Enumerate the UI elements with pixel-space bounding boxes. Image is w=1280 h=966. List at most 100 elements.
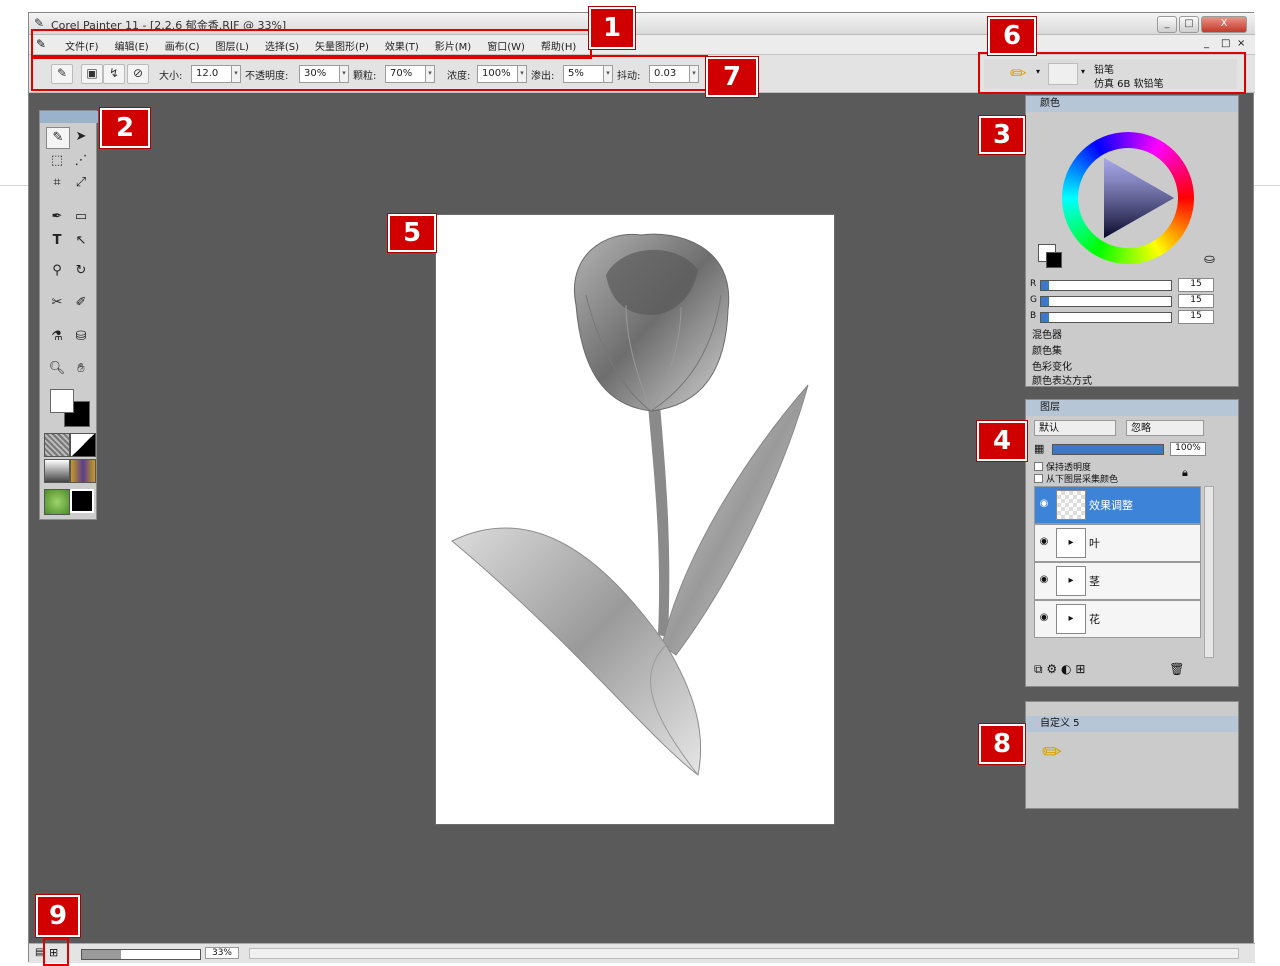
composite-method-dropdown[interactable]: 默认 — [1034, 420, 1116, 436]
primary-color-swatch[interactable] — [50, 389, 74, 413]
document-canvas[interactable] — [435, 214, 835, 825]
layer-name: 效果调整 — [1089, 499, 1133, 512]
layer-thumbnail — [1056, 490, 1086, 520]
callout-3: 3 — [979, 116, 1025, 154]
brush-tool-icon[interactable]: ✎ — [46, 127, 70, 149]
pick-up-color-checkbox[interactable] — [1034, 474, 1043, 483]
colors-panel-title[interactable]: 颜色 — [1026, 96, 1238, 112]
layer-row[interactable]: ◉ ▸ 叶 — [1034, 524, 1201, 562]
new-layer-icon[interactable]: ⧉ — [1034, 662, 1043, 676]
rotate-icon[interactable]: ↻ — [70, 261, 92, 281]
maximize-button[interactable]: □ — [1179, 16, 1199, 33]
zoom-level[interactable]: 33% — [205, 947, 239, 959]
gradient-selector-icon[interactable] — [44, 459, 70, 483]
page-divider-left — [0, 185, 28, 186]
layer-opacity-value[interactable]: 100% — [1170, 442, 1206, 456]
look-selector-icon[interactable] — [70, 489, 94, 513]
mixer-panel-header[interactable]: 混色器 — [1032, 328, 1062, 343]
eye-icon[interactable]: ◉ — [1038, 574, 1050, 586]
weaving-selector-icon[interactable] — [70, 459, 96, 483]
horizontal-scrollbar[interactable] — [249, 948, 1239, 959]
rect-select-icon[interactable]: ⬚ — [46, 151, 68, 171]
paper-selector-icon[interactable] — [44, 433, 70, 457]
callout-5: 5 — [388, 214, 436, 252]
tulip-drawing — [451, 233, 809, 776]
secondary-swatch[interactable] — [1046, 252, 1062, 268]
group-layers-icon[interactable]: ⊞ — [1075, 662, 1085, 676]
eye-icon[interactable]: ◉ — [1038, 498, 1050, 510]
zoom-icon[interactable]: 🔍︎ — [46, 359, 68, 379]
paint-bucket-icon[interactable]: ⛁ — [70, 327, 92, 347]
preserve-transparency-checkbox[interactable] — [1034, 462, 1043, 471]
text-tool-icon[interactable]: T — [46, 231, 68, 251]
eraser-icon[interactable]: ✐ — [70, 293, 92, 313]
magic-wand-icon[interactable]: ⋰ — [70, 151, 92, 171]
transform-icon[interactable]: ⤢ — [70, 173, 92, 193]
custom-pencil-icon[interactable]: ✏ — [1042, 738, 1072, 768]
painter-window: ✎ Corel Painter 11 - [2.2.6 郁金香.RIF @ 33… — [28, 12, 1255, 963]
rectangle-shape-icon[interactable]: ▭ — [70, 207, 92, 227]
layer-commands: ⧉ ⚙ ◐ ⊞ 🗑︎ — [1034, 662, 1224, 680]
toolbox: ✎ ➤ ⬚ ⋰ ⌗ ⤢ ✒ ▭ T ↖ ⚲ ↻ ✂ ✐ ⚗ ⛁ 🔍︎ ✋︎ — [39, 110, 98, 520]
color-expression-panel-header[interactable]: 颜色表达方式 — [1032, 376, 1092, 388]
layers-scrollbar[interactable] — [1204, 486, 1214, 658]
nozzle-selector-icon[interactable] — [44, 489, 70, 515]
layer-row[interactable]: ◉ ▸ 茎 — [1034, 562, 1201, 600]
callout-9: 9 — [36, 895, 80, 937]
eye-icon[interactable]: ◉ — [1038, 536, 1050, 548]
magnifier-icon[interactable]: ⚲ — [46, 261, 68, 281]
layer-opacity-slider[interactable] — [1052, 444, 1164, 455]
g-slider[interactable] — [1040, 296, 1172, 307]
b-slider-fill — [1041, 313, 1049, 322]
doc-minimize-button[interactable]: _ — [1204, 38, 1209, 49]
zoom-slider[interactable] — [81, 949, 201, 960]
layer-opacity-fill — [1053, 445, 1163, 454]
custom-palette-title[interactable]: 自定义 5 — [1026, 716, 1238, 732]
page-divider-right — [1254, 185, 1280, 186]
r-slider-fill — [1041, 281, 1049, 290]
close-button[interactable]: X — [1201, 16, 1247, 33]
group-icon: ▸ — [1056, 528, 1086, 558]
r-value[interactable]: 15 — [1178, 278, 1214, 292]
shape-selection-icon[interactable]: ↖ — [70, 231, 92, 251]
r-slider[interactable] — [1040, 280, 1172, 291]
layer-name: 花 — [1089, 613, 1100, 626]
callout-8: 8 — [979, 724, 1025, 764]
dynamic-plugin-icon[interactable]: ⚙ — [1046, 662, 1057, 676]
crop-icon[interactable]: ⌗ — [46, 173, 68, 193]
saturation-triangle[interactable] — [1098, 156, 1176, 240]
color-sets-panel-header[interactable]: 颜色集 — [1032, 344, 1062, 359]
callout-4: 4 — [977, 421, 1027, 461]
grabber-icon[interactable]: ✋︎ — [70, 359, 92, 379]
callout-2: 2 — [100, 108, 150, 148]
layer-row[interactable]: ◉ ▸ 花 — [1034, 600, 1201, 638]
custom-palette: 自定义 5 ✏ — [1025, 701, 1239, 809]
mask-icon[interactable]: ◐ — [1061, 662, 1071, 676]
toolbox-header — [40, 111, 98, 123]
g-value[interactable]: 15 — [1178, 294, 1214, 308]
group-icon: ▸ — [1056, 566, 1086, 596]
lock-icon[interactable]: 🔒︎ — [1182, 466, 1188, 480]
b-label: B — [1030, 311, 1037, 321]
layer-adjuster-icon[interactable]: ➤ — [70, 127, 92, 147]
g-label: G — [1030, 295, 1037, 305]
layer-name: 叶 — [1089, 537, 1100, 550]
doc-close-button[interactable]: × — [1237, 38, 1245, 49]
dropper-icon[interactable]: ⚗ — [46, 327, 68, 347]
layers-panel-title[interactable]: 图层 — [1026, 400, 1238, 416]
b-value[interactable]: 15 — [1178, 310, 1214, 324]
delete-layer-icon[interactable]: 🗑︎ — [1169, 662, 1184, 676]
cloner-icon[interactable]: ✂ — [46, 293, 68, 313]
composite-depth-dropdown[interactable]: 忽略 — [1126, 420, 1204, 436]
eye-icon[interactable]: ◉ — [1038, 612, 1050, 624]
pattern-selector-icon[interactable] — [70, 433, 96, 457]
r-label: R — [1030, 279, 1037, 289]
minimize-button[interactable]: _ — [1157, 16, 1177, 33]
pen-icon[interactable]: ✒ — [46, 207, 68, 227]
clone-color-icon[interactable]: ⛀ — [1204, 252, 1215, 267]
b-slider[interactable] — [1040, 312, 1172, 323]
layer-row[interactable]: ◉ 效果调整 — [1034, 486, 1201, 524]
doc-restore-button[interactable]: □ — [1221, 38, 1230, 49]
color-variability-panel-header[interactable]: 色彩变化 — [1032, 360, 1072, 375]
zoom-slider-fill — [82, 950, 121, 959]
